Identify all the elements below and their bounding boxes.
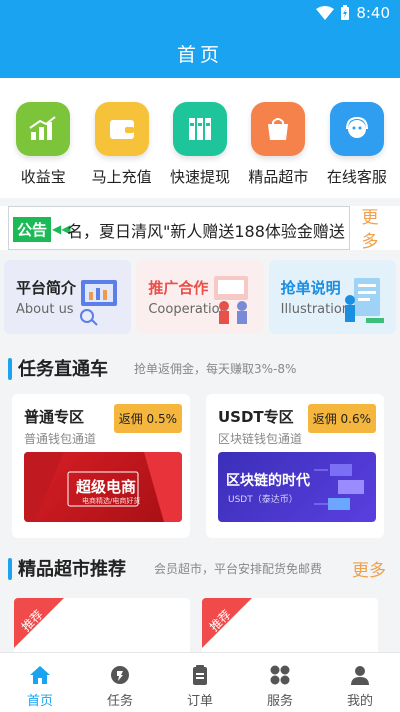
profile-icon [348,663,372,687]
section-subtitle: 抢单返佣金，每天赚取3%-8% [134,362,297,376]
tab-service[interactable]: 服务 [240,653,320,712]
task-card-normal[interactable]: 普通专区 普通钱包通道 返佣 0.5% 超级电商 电商精选/电商好货 [12,394,190,538]
notice-tag: 公告 ◀◀ [13,216,70,242]
quick-menu-recharge[interactable]: 马上充值 [82,78,160,198]
commission-badge: 返佣 0.6% [307,404,376,433]
task-card-title: USDT专区 [218,408,294,426]
notice-text: 名，夏日清风"新人赠送188体验金赠送 [67,222,345,241]
promo-row: 平台简介 About us 推广合作 Cooperation 抢单说明 Illu… [4,260,396,334]
tab-label: 我的 [346,694,373,709]
handshake-team-icon [213,276,248,324]
quick-menu-support[interactable]: 在线客服 [318,78,396,198]
quick-menu-label: 快速提现 [170,168,231,186]
tab-label: 服务 [266,694,293,709]
notice-box[interactable]: 公告 ◀◀ 名，夏日清风"新人赠送188体验金赠送 [8,206,350,250]
task-card-subtitle: 区块链钱包通道 [218,432,303,446]
notice-more-link[interactable]: 更多 [358,206,382,254]
section-subtitle: 会员超市，平台安排配货免邮费 [154,562,323,576]
promo-title: 推广合作 [148,279,209,297]
binders-icon [173,102,228,156]
notice-tag-label: 公告 [13,216,52,242]
status-bar: 8:40 [0,0,400,28]
commission-badge: 返佣 0.5% [113,404,182,433]
shop-more-link[interactable]: 更多 [352,556,386,581]
page-title: 首页 [176,43,223,66]
shop-section-header: 精品超市推荐 会员超市，平台安排配货免邮费 更多 [0,550,400,586]
tab-task[interactable]: 任务 [80,653,160,712]
wifi-icon [316,6,335,20]
status-icons: 8:40 [316,4,390,22]
banner-title: 超级电商 [76,478,137,496]
header: 首页 [0,28,400,78]
section-marker [8,358,12,380]
presentation-icon [80,280,118,326]
notice-bar: 公告 ◀◀ 名，夏日清风"新人赠送188体验金赠送 更多 [0,206,400,252]
chart-up-icon [16,102,71,156]
battery-icon [341,5,350,20]
tab-profile[interactable]: 我的 [320,653,400,712]
quick-menu-label: 精品超市 [248,168,309,186]
tab-home[interactable]: 首页 [0,653,80,712]
service-icon [268,663,292,687]
task-icon [108,663,132,687]
quick-menu-shop[interactable]: 精品超市 [239,78,317,198]
section-marker [8,558,12,580]
status-time: 8:40 [356,4,390,22]
section-title: 任务直通车 [18,359,108,380]
section-title: 精品超市推荐 [18,559,126,580]
task-card-subtitle: 普通钱包通道 [24,432,97,446]
task-banner-ecommerce[interactable]: 超级电商 电商精选/电商好货 [24,452,182,522]
home-icon [28,663,52,687]
tab-label: 首页 [26,694,53,709]
task-card-title: 普通专区 [24,408,85,426]
tab-label: 订单 [186,694,213,709]
banner-subtitle: USDT（泰达币） [228,495,298,505]
task-card-usdt[interactable]: USDT专区 区块链钱包通道 返佣 0.6% 区块链的时代 USDT（泰达币） [206,394,384,538]
banner-subtitle: 电商精选/电商好货 [82,497,141,505]
quick-menu-label: 收益宝 [20,168,66,186]
promo-cooperation[interactable]: 推广合作 Cooperation [136,260,264,334]
order-icon [188,663,212,687]
support-agent-icon [329,102,384,156]
clipboard-icon [344,278,384,323]
quick-menu-label: 马上充值 [91,168,152,186]
tab-order[interactable]: 订单 [160,653,240,712]
promo-title: 抢单说明 [280,279,341,297]
bottom-tab-bar: 首页 任务 订单 服务 我的 [0,652,400,712]
promo-subtitle: About us [16,302,74,317]
quick-menu: 收益宝 马上充值 快速提现 精品超市 在线客服 [0,78,400,198]
task-banner-blockchain[interactable]: 区块链的时代 USDT（泰达币） [218,452,376,522]
task-section-header: 任务直通车 抢单返佣金，每天赚取3%-8% [0,350,400,386]
quick-menu-earnings[interactable]: 收益宝 [4,78,82,198]
shopping-bag-icon [251,102,306,156]
promo-title: 平台简介 [16,279,77,297]
promo-about[interactable]: 平台简介 About us [4,260,132,334]
wallet-icon [94,102,149,156]
tab-label: 任务 [106,694,133,709]
quick-menu-label: 在线客服 [326,168,387,186]
promo-illustration[interactable]: 抢单说明 Illustration [268,260,396,334]
quick-menu-withdraw[interactable]: 快速提现 [161,78,239,198]
banner-title: 区块链的时代 [226,473,310,489]
